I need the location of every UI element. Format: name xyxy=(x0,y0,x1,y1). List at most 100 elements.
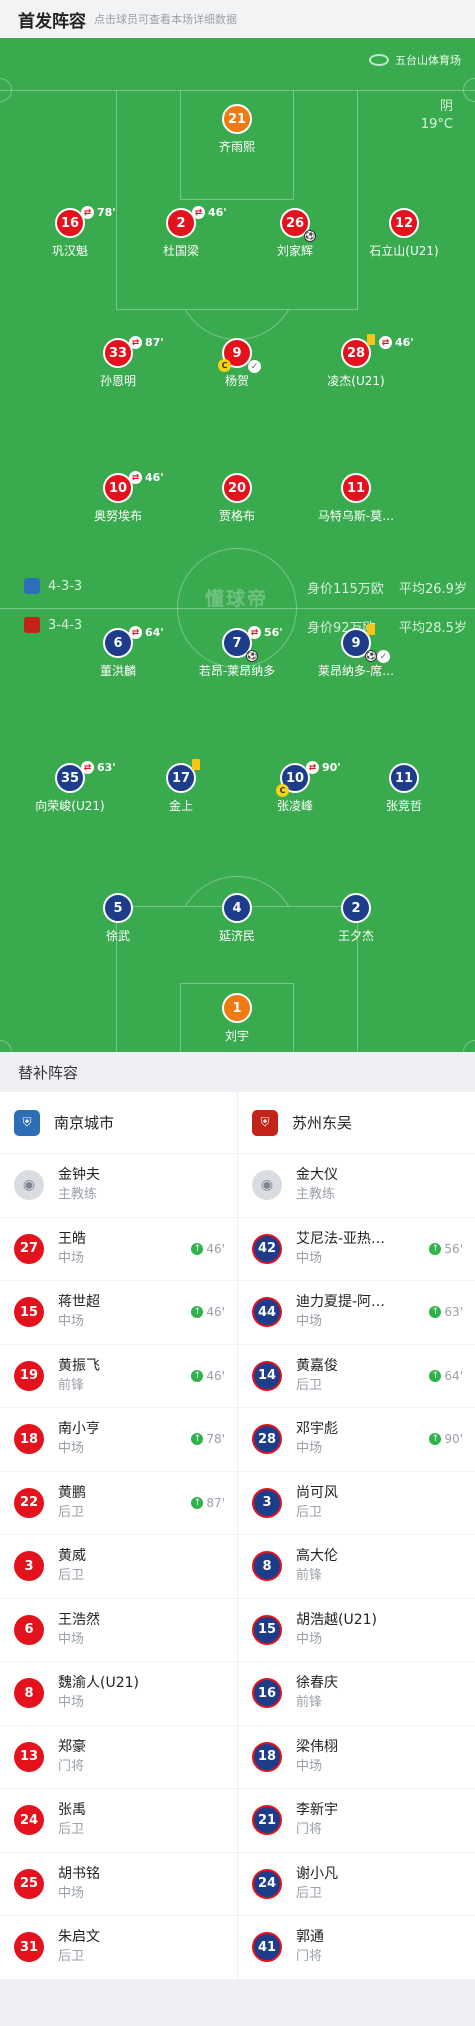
sub-in-badge: ↑ 87' xyxy=(191,1496,225,1510)
away-bench-player[interactable]: 42 艾尼法-亚热… 中场 ↑ 56' xyxy=(238,1218,475,1281)
player-position: 门将 xyxy=(58,1758,85,1774)
player-info: 胡浩越(U21) 中场 xyxy=(296,1610,377,1650)
home-player[interactable]: 9 ✓ C 杨贺 xyxy=(172,338,302,389)
home-bench-player[interactable]: 19 黄振飞 前锋 ↑ 46' xyxy=(0,1345,237,1408)
player-number: 10 xyxy=(108,480,128,496)
home-player[interactable]: 28 ⇄ 46' 凌杰(U21) xyxy=(291,334,421,389)
sub-in-arrow-icon: ↑ xyxy=(191,1306,204,1318)
away-player[interactable]: 1 刘宇 xyxy=(172,993,302,1044)
home-player[interactable]: 21 齐雨熙 xyxy=(172,104,302,155)
player-number: 20 xyxy=(227,480,247,496)
home-bench-player[interactable]: 27 王皓 中场 ↑ 46' xyxy=(0,1218,237,1281)
player-name: 胡书铭 xyxy=(58,1865,100,1882)
home-bench-player[interactable]: 8 魏渝人(U21) 中场 xyxy=(0,1662,237,1726)
away-bench-team[interactable]: ⛨ 苏州东吴 xyxy=(238,1092,475,1154)
away-player[interactable]: 2 王夕杰 xyxy=(291,893,421,944)
coach-name: 金大仪 xyxy=(296,1167,338,1184)
player-number-badge: 9 ✓ C xyxy=(218,338,261,373)
home-coach[interactable]: ◉ 金钟夫 主教练 xyxy=(0,1154,237,1218)
home-player[interactable]: 33 ⇄ 87' 孙恩明 xyxy=(53,336,183,389)
away-player[interactable]: 5 徐武 xyxy=(53,893,183,944)
player-info: 梁伟栩 中场 xyxy=(296,1737,338,1777)
player-number: 4 xyxy=(232,900,242,916)
player-number: 21 xyxy=(227,111,247,127)
sub-in-arrow-icon: ↑ xyxy=(191,1496,204,1509)
player-position: 前锋 xyxy=(58,1377,85,1393)
assist-icon: ✓ xyxy=(377,650,390,663)
home-bench-team[interactable]: ⛨ 南京城市 xyxy=(0,1092,237,1154)
player-number: 1 xyxy=(232,1000,242,1016)
home-bench-player[interactable]: 13 郑豪 门将 xyxy=(0,1726,237,1789)
player-number-badge: 9 ⚽ ✓ xyxy=(341,624,390,663)
player-position: 前锋 xyxy=(296,1568,323,1584)
home-bench-player[interactable]: 24 张禹 后卫 xyxy=(0,1789,237,1853)
sub-out-icon: ⇄ xyxy=(81,206,94,219)
player-name: 孙恩明 xyxy=(99,374,136,388)
home-bench-player[interactable]: 3 黄威 后卫 xyxy=(0,1535,237,1599)
away-player[interactable]: 11 张竞哲 xyxy=(339,763,469,814)
away-bench-player[interactable]: 15 胡浩越(U21) 中场 xyxy=(238,1599,475,1662)
player-number-badge: 15 xyxy=(252,1614,282,1645)
away-bench-player[interactable]: 21 李新宇 门将 xyxy=(238,1789,475,1853)
player-number-badge: 11 xyxy=(341,473,371,503)
sub-in-arrow-icon: ↑ xyxy=(429,1242,442,1255)
corner-arc xyxy=(0,1040,12,1052)
player-name: 邓宇彪 xyxy=(296,1421,338,1438)
home-bench-player[interactable]: 22 黄鹏 后卫 ↑ 87' xyxy=(0,1472,237,1535)
home-bench-player[interactable]: 18 南小亨 中场 ↑ 78' xyxy=(0,1408,237,1472)
away-bench-player[interactable]: 41 郭通 门将 xyxy=(238,1916,475,1980)
player-number-badge: 26 ⚽ xyxy=(280,208,316,242)
player-name: 杨贺 xyxy=(224,374,249,388)
sub-out-icon: ⇄ xyxy=(129,626,142,639)
away-bench-player[interactable]: 16 徐春庆 前锋 xyxy=(238,1662,475,1726)
home-bench-player[interactable]: 15 蒋世超 中场 ↑ 46' xyxy=(0,1281,237,1345)
away-bench-player[interactable]: 18 梁伟栩 中场 xyxy=(238,1726,475,1789)
away-player[interactable]: 7 ⇄ 56' ⚽ 若昂-莱昂纳多 xyxy=(172,626,302,679)
home-bench-player[interactable]: 6 王浩然 中场 xyxy=(0,1599,237,1662)
home-bench-player[interactable]: 31 朱启文 后卫 xyxy=(0,1916,237,1980)
player-number-badge: 42 xyxy=(252,1233,282,1264)
away-bench-player[interactable]: 24 谢小凡 后卫 xyxy=(238,1853,475,1916)
player-number-badge: 10 ⇄ 46' xyxy=(103,471,164,503)
away-player[interactable]: 17 金上 xyxy=(116,759,246,814)
coach-avatar-icon: ◉ xyxy=(14,1170,44,1201)
sub-out-minute: 78' xyxy=(97,206,116,219)
player-info: 南小亨 中场 xyxy=(58,1419,100,1459)
player-name: 南小亨 xyxy=(58,1421,100,1438)
away-player[interactable]: 4 延济民 xyxy=(172,893,302,944)
sub-in-badge: ↑ 46' xyxy=(191,1242,225,1256)
player-number-badge: 24 xyxy=(14,1805,44,1836)
away-bench-player[interactable]: 8 高大伦 前锋 xyxy=(238,1535,475,1599)
player-info: 尚可风 后卫 xyxy=(296,1483,338,1523)
home-player[interactable]: 12 石立山(U21) xyxy=(339,208,469,259)
away-player[interactable]: 9 ⚽ ✓ 莱昂纳多-席… xyxy=(291,624,421,679)
away-bench-player[interactable]: 28 邓宇彪 中场 ↑ 90' xyxy=(238,1408,475,1472)
away-bench-player[interactable]: 44 迪力夏提-阿… 中场 ↑ 63' xyxy=(238,1281,475,1345)
away-coach[interactable]: ◉ 金大仪 主教练 xyxy=(238,1154,475,1218)
player-name: 王皓 xyxy=(58,1230,86,1247)
home-player[interactable]: 20 贾格布 xyxy=(172,473,302,524)
player-number-badge: 1 xyxy=(222,993,252,1023)
player-position: 中场 xyxy=(58,1885,85,1901)
away-player[interactable]: 6 ⇄ 64' 董洪麟 xyxy=(53,626,183,679)
player-name: 刘宇 xyxy=(224,1029,249,1043)
away-bench-player[interactable]: 14 黄嘉俊 后卫 ↑ 64' xyxy=(238,1345,475,1408)
player-info: 高大伦 前锋 xyxy=(296,1546,338,1586)
sub-in-badge: ↑ 64' xyxy=(429,1369,463,1383)
sub-in-minute: 46' xyxy=(206,1241,225,1256)
venue: 五台山体育场 xyxy=(369,52,461,68)
home-bench-player[interactable]: 25 胡书铭 中场 xyxy=(0,1853,237,1916)
home-player[interactable]: 11 马特乌斯-莫… xyxy=(291,473,421,524)
goal-ball-icon: ⚽ xyxy=(365,650,377,662)
player-position: 中场 xyxy=(296,1314,323,1330)
sub-out-badge: ⇄ 87' xyxy=(129,336,164,349)
player-number-badge: 15 xyxy=(14,1297,44,1328)
away-bench-player[interactable]: 3 尚可风 后卫 xyxy=(238,1472,475,1535)
home-team-logo-icon: ⛨ xyxy=(14,1109,40,1136)
player-number: 16 xyxy=(60,215,80,231)
sub-in-arrow-icon: ↑ xyxy=(429,1306,442,1318)
home-player[interactable]: 2 ⇄ 46' 杜国梁 xyxy=(116,206,246,259)
home-player[interactable]: 10 ⇄ 46' 奥努埃布 xyxy=(53,471,183,524)
player-number-badge: 21 xyxy=(252,1805,282,1836)
player-info: 王皓 中场 xyxy=(58,1229,86,1269)
